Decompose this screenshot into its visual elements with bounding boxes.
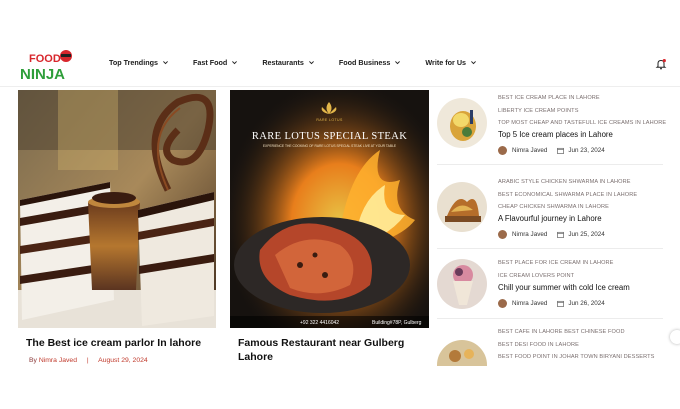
site-header: FOOD NINJA Top Trendings Fast Food Resta… [0,44,680,84]
article-card[interactable]: The Best ice cream parlor In lahore By N… [18,90,216,370]
post-thumbnail[interactable] [437,98,487,148]
post-meta: Nimra Javed Jun 26, 2024 [498,299,605,308]
post-tags: BEST ICE CREAM PLACE IN LAHORE LIBERTY I… [498,92,666,130]
author-link[interactable]: Nimra Javed [512,300,547,307]
article-title[interactable]: Famous Restaurant near Gulberg Lahore [238,336,418,364]
post-title[interactable]: Chill your summer with cold Ice cream [498,283,630,292]
nav-label: Top Trendings [109,58,158,67]
post-meta: Nimra Javed Jun 25, 2024 [498,230,605,239]
tag-link[interactable]: BEST ECONOMICAL SHWARMA PLACE IN LAHORE [498,189,637,202]
post-meta: Nimra Javed Jun 23, 2024 [498,146,605,155]
tag-link[interactable]: ARABIC STYLE CHICKEN SHWARMA IN LAHORE [498,176,637,189]
calendar-icon [557,231,565,238]
nav-write-for-us[interactable]: Write for Us [425,58,477,67]
chevron-down-icon [471,61,476,65]
bell-icon[interactable] [655,58,667,70]
post-thumbnail[interactable] [437,259,487,309]
by-label: By [29,357,37,364]
author-link[interactable]: Nimra Javed [512,231,547,238]
header-divider [0,86,680,87]
sidebar-divider [437,248,663,249]
avatar [498,146,507,155]
post-date: Jun 26, 2024 [568,300,605,307]
sidebar-divider [437,318,663,319]
image-phone: +92 322 4416042 [300,320,339,326]
nav-label: Restaurants [262,58,304,67]
site-logo[interactable]: FOOD NINJA [18,48,92,83]
tag-link[interactable]: BEST PLACE FOR ICE CREAM IN LAHORE [498,257,614,270]
tag-link[interactable]: BEST ICE CREAM PLACE IN LAHORE [498,92,666,105]
nav-restaurants[interactable]: Restaurants [262,58,315,67]
image-address: Building#78P, Gulberg [372,320,422,326]
logo-text-bottom: NINJA [20,66,65,82]
chevron-down-icon [395,61,401,65]
author-link[interactable]: Nimra Javed [39,357,77,364]
post-tags: ARABIC STYLE CHICKEN SHWARMA IN LAHORE B… [498,176,637,214]
calendar-icon [557,300,565,307]
nav-fast-food[interactable]: Fast Food [193,58,238,67]
post-tags: BEST PLACE FOR ICE CREAM IN LAHORE ICE C… [498,257,614,282]
tag-link[interactable]: LIBERTY ICE CREAM POINTS [498,105,666,118]
chevron-down-icon [163,61,168,65]
main-nav: Top Trendings Fast Food Restaurants Food… [109,58,501,67]
post-date: Jun 25, 2024 [568,231,605,238]
chevron-down-icon [232,61,238,65]
post-thumbnail[interactable] [437,340,487,366]
image-brand: RARE LOTUS [316,118,343,122]
post-thumbnail[interactable] [437,182,487,232]
post-tags: BEST CAFE IN LAHORE BEST CHINESE FOOD BE… [498,326,655,364]
article-image[interactable] [18,90,216,328]
article-meta: By Nimra Javed | August 29, 2024 [29,357,148,364]
nav-label: Write for Us [425,58,467,67]
sidebar-post[interactable]: BEST ICE CREAM PLACE IN LAHORE LIBERTY I… [437,92,666,164]
nav-food-business[interactable]: Food Business [339,58,402,67]
avatar [498,299,507,308]
nav-label: Fast Food [192,58,228,67]
tag-link[interactable]: BEST DESI FOOD IN LAHORE [498,339,655,352]
calendar-icon [557,147,565,154]
article-title[interactable]: The Best ice cream parlor In lahore [26,336,216,350]
sidebar-post[interactable]: BEST CAFE IN LAHORE BEST CHINESE FOOD BE… [437,326,663,366]
article-image[interactable]: RARE LOTUS RARE LOTUS SPECIAL STEAK EXPE… [230,90,429,328]
chevron-down-icon [308,61,314,65]
nav-label: Food Business [338,58,391,67]
post-title[interactable]: Top 5 Ice cream places in Lahore [498,130,613,139]
avatar [498,230,507,239]
sidebar-post[interactable]: BEST PLACE FOR ICE CREAM IN LAHORE ICE C… [437,257,663,325]
tag-link[interactable]: BEST FOOD POINT IN JOHAR TOWN BIRYANI DE… [498,351,655,364]
author-link[interactable]: Nimra Javed [512,147,547,154]
image-heading: RARE LOTUS SPECIAL STEAK [252,131,407,142]
side-scroll-button[interactable] [670,330,680,344]
post-date: Jun 23, 2024 [568,147,605,154]
tag-link[interactable]: CHEAP CHICKEN SHWARMA IN LAHORE [498,201,637,214]
meta-separator: | [86,357,89,364]
sidebar-divider [437,164,663,165]
article-date: August 29, 2024 [98,357,148,364]
logo-text-top: FOOD [29,53,61,65]
tag-link[interactable]: BEST CAFE IN LAHORE BEST CHINESE FOOD [498,326,655,339]
tag-link[interactable]: TOP MOST CHEAP AND TASTEFULL ICE CREAMS … [498,117,666,130]
post-title[interactable]: A Flavourful journey in Lahore [498,214,602,223]
sidebar-post[interactable]: ARABIC STYLE CHICKEN SHWARMA IN LAHORE B… [437,176,663,248]
tag-link[interactable]: ICE CREAM LOVERS POINT [498,270,614,283]
nav-top-trendings[interactable]: Top Trendings [109,58,169,67]
article-card[interactable]: RARE LOTUS RARE LOTUS SPECIAL STEAK EXPE… [230,90,429,370]
image-subheading: EXPERIENCE THE COOKING OF RARE LOTUS SPE… [263,144,397,148]
